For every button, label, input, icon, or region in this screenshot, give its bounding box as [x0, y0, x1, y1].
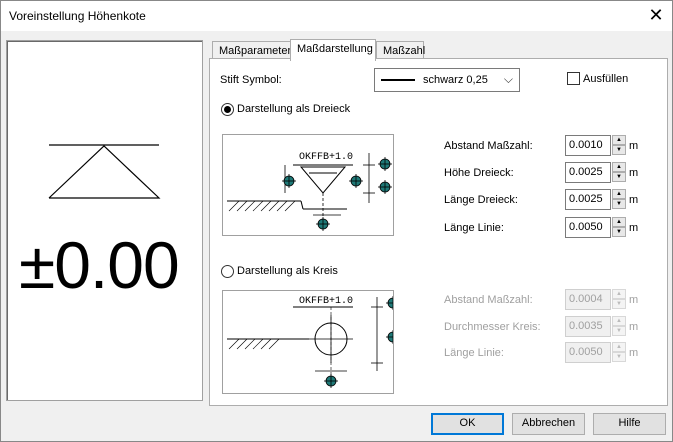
unit-label: m [629, 294, 639, 306]
circle-distance-number-spinner[interactable]: ▲ ▼ [612, 289, 626, 310]
tab-massdarstellung[interactable]: Maßdarstellung [290, 39, 376, 61]
circle-diagram-drawing: OKFFB+1.0 [227, 296, 399, 388]
pen-symbol-label: Stift Symbol: [220, 74, 282, 86]
line-length-input[interactable]: 0.0050 [565, 217, 611, 238]
field-label: Durchmesser Kreis: [444, 321, 541, 333]
circle-radio-label: Darstellung als Kreis [237, 265, 338, 277]
window-title: Voreinstellung Höhenkote [9, 9, 146, 23]
triangle-radio-label: Darstellung als Dreieck [237, 103, 351, 115]
unit-label: m [629, 140, 639, 152]
circle-diameter-spinner[interactable]: ▲ ▼ [612, 316, 626, 337]
preview-panel: ±0.00 [6, 40, 203, 401]
dialog-window: Voreinstellung Höhenkote ✕ ±0.00 Maßpara… [0, 0, 673, 442]
circle-line-length-spinner[interactable]: ▲ ▼ [612, 342, 626, 363]
unit-label: m [629, 167, 639, 179]
pen-symbol-dropdown[interactable]: schwarz 0,25 ⌵ [374, 68, 520, 92]
field-label: Abstand Maßzahl: [444, 140, 533, 152]
triangle-height-input[interactable]: 0.0025 [565, 162, 611, 183]
field-label: Länge Linie: [444, 347, 504, 359]
circle-radio[interactable] [221, 265, 234, 278]
tab-label: Maßparameter [219, 45, 292, 57]
spin-up-icon[interactable]: ▲ [612, 217, 626, 227]
field-label: Länge Dreieck: [444, 194, 518, 206]
pen-value: schwarz 0,25 [423, 74, 488, 86]
tab-label: Maßdarstellung [297, 43, 373, 55]
close-icon[interactable]: ✕ [646, 6, 666, 26]
ok-button[interactable]: OK [431, 413, 504, 435]
field-label: Abstand Maßzahl: [444, 294, 533, 306]
spin-down-icon[interactable]: ▼ [612, 227, 626, 237]
fill-label: Ausfüllen [583, 73, 629, 85]
chevron-down-icon: ⌵ [503, 72, 513, 86]
unit-label: m [629, 321, 639, 333]
spin-up-icon[interactable]: ▲ [612, 135, 626, 145]
triangle-height-spinner[interactable]: ▲ ▼ [612, 162, 626, 183]
pen-line-preview [381, 79, 415, 81]
spin-up-icon[interactable]: ▲ [612, 162, 626, 172]
circle-line-length-input[interactable]: 0.0050 [565, 342, 611, 363]
preview-elevation-value: ±0.00 [19, 228, 180, 302]
tab-label: Maßzahl [383, 45, 426, 57]
spin-down-icon[interactable]: ▼ [612, 326, 626, 336]
circle-diameter-input[interactable]: 0.0035 [565, 316, 611, 337]
field-label: Höhe Dreieck: [444, 167, 514, 179]
help-button[interactable]: Hilfe [593, 413, 666, 435]
triangle-radio[interactable] [221, 103, 234, 116]
circle-diagram: OKFFB+1.0 [222, 290, 399, 394]
unit-label: m [629, 194, 639, 206]
spin-down-icon[interactable]: ▼ [612, 299, 626, 309]
preview-triangle-symbol [48, 144, 161, 199]
spin-up-icon[interactable]: ▲ [612, 316, 626, 326]
spin-up-icon[interactable]: ▲ [612, 342, 626, 352]
distance-number-input[interactable]: 0.0010 [565, 135, 611, 156]
spin-down-icon[interactable]: ▼ [612, 172, 626, 182]
distance-number-spinner[interactable]: ▲ ▼ [612, 135, 626, 156]
unit-label: m [629, 347, 639, 359]
spin-up-icon[interactable]: ▲ [612, 289, 626, 299]
spin-down-icon[interactable]: ▼ [612, 352, 626, 362]
cancel-button[interactable]: Abbrechen [512, 413, 585, 435]
title-bar: Voreinstellung Höhenkote ✕ [1, 1, 672, 31]
triangle-diagram-drawing: OKFFB+1.0 [227, 152, 392, 231]
unit-label: m [629, 222, 639, 234]
spin-up-icon[interactable]: ▲ [612, 189, 626, 199]
triangle-length-input[interactable]: 0.0025 [565, 189, 611, 210]
circle-diagram-text: OKFFB+1.0 [299, 296, 353, 307]
triangle-diagram-text: OKFFB+1.0 [299, 152, 353, 163]
circle-distance-number-input[interactable]: 0.0004 [565, 289, 611, 310]
field-label: Länge Linie: [444, 222, 504, 234]
spin-down-icon[interactable]: ▼ [612, 199, 626, 209]
triangle-length-spinner[interactable]: ▲ ▼ [612, 189, 626, 210]
triangle-diagram: OKFFB+1.0 [222, 134, 394, 236]
spin-down-icon[interactable]: ▼ [612, 145, 626, 155]
line-length-spinner[interactable]: ▲ ▼ [612, 217, 626, 238]
fill-checkbox[interactable] [567, 72, 580, 85]
